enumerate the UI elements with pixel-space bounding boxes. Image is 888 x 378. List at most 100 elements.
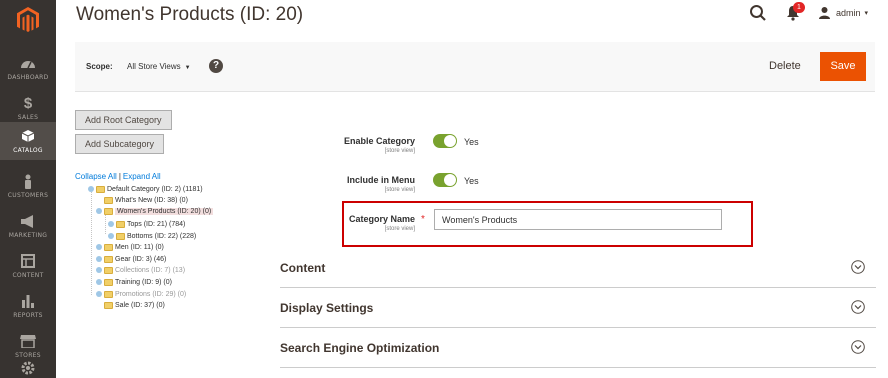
user-icon — [818, 7, 830, 19]
cube-icon — [21, 128, 35, 144]
tree-expander-icon[interactable] — [96, 244, 102, 250]
tree-node-selected[interactable]: Women's Products (ID: 20) (0) — [96, 206, 214, 216]
include-in-menu-toggle[interactable] — [433, 173, 457, 187]
enable-category-value: Yes — [464, 137, 479, 147]
folder-icon — [104, 266, 113, 274]
tree-node[interactable]: Gear (ID: 3) (46) — [96, 254, 166, 264]
folder-icon — [104, 301, 113, 309]
nav-customers[interactable]: Customers — [0, 166, 56, 206]
folder-icon — [104, 243, 113, 251]
header-actions: 1 admin ▾ — [749, 2, 868, 22]
chevron-down-icon[interactable] — [851, 300, 865, 314]
add-root-category-button[interactable]: Add Root Category — [75, 110, 172, 130]
scope-value: All Store Views — [127, 62, 181, 71]
bar-chart-icon — [21, 293, 35, 309]
nav-marketing-label: Marketing — [8, 232, 48, 239]
nav-catalog[interactable]: Catalog — [0, 122, 56, 160]
link-separator: | — [118, 172, 121, 181]
chevron-down-icon[interactable] — [851, 260, 865, 274]
section-title: Display Settings — [280, 301, 374, 315]
tree-expander-icon[interactable] — [96, 291, 102, 297]
expand-all-link[interactable]: Expand All — [123, 172, 161, 181]
tree-expander-icon[interactable] — [96, 267, 102, 273]
chevron-down-icon[interactable] — [851, 340, 865, 354]
folder-icon — [104, 290, 113, 298]
section-content[interactable]: Content — [280, 248, 876, 288]
folder-icon — [104, 196, 113, 204]
tree-node[interactable]: Training (ID: 9) (0) — [96, 277, 172, 287]
enable-category-label: Enable Category — [343, 136, 415, 146]
user-name: admin — [835, 8, 861, 18]
tree-node[interactable]: Sale (ID: 37) (0) — [104, 300, 165, 310]
nav-content[interactable]: Content — [0, 246, 56, 286]
help-icon[interactable]: ? — [209, 59, 223, 73]
nav-customers-label: Customers — [7, 192, 49, 199]
enable-category-toggle[interactable] — [433, 134, 457, 148]
folder-icon — [104, 207, 113, 215]
tree-expander-icon[interactable] — [96, 279, 102, 285]
save-button[interactable]: Save — [820, 52, 866, 81]
section-display-settings[interactable]: Display Settings — [280, 288, 876, 328]
search-icon[interactable] — [749, 4, 767, 22]
tree-node[interactable]: Promotions (ID: 29) (0) — [96, 289, 186, 299]
toggle-knob — [444, 174, 456, 186]
section-title: Search Engine Optimization — [280, 341, 440, 355]
tree-expander-icon[interactable] — [108, 233, 114, 239]
nav-stores-label: Stores — [15, 352, 41, 359]
tree-expander-icon[interactable] — [96, 256, 102, 262]
folder-icon — [116, 220, 125, 228]
collapse-all-link[interactable]: Collapse All — [75, 172, 117, 181]
tree-node[interactable]: Men (ID: 11) (0) — [96, 242, 164, 252]
category-name-label: Category Name — [348, 214, 415, 224]
nav-marketing[interactable]: Marketing — [0, 206, 56, 246]
scope-switcher[interactable]: All Store Views ▼ — [127, 62, 191, 71]
folder-icon — [96, 185, 105, 193]
nav-reports[interactable]: Reports — [0, 286, 56, 326]
nav-dashboard-label: Dashboard — [7, 74, 49, 81]
include-in-menu-value: Yes — [464, 176, 479, 186]
gear-icon — [20, 360, 36, 376]
scope-label: Scope: — [86, 62, 113, 71]
tree-guide-line — [91, 192, 92, 295]
page-actions-toolbar: Scope: All Store Views ▼ ? Delete Save — [75, 42, 875, 92]
folder-icon — [116, 232, 125, 240]
nav-sales-label: Sales — [17, 114, 39, 121]
layout-icon — [21, 253, 35, 269]
category-name-scope: [store view] — [384, 226, 415, 232]
nav-content-label: Content — [12, 272, 44, 279]
magento-logo-icon[interactable] — [0, 0, 56, 40]
section-title: Content — [280, 261, 326, 275]
tree-node[interactable]: Bottoms (ID: 22) (228) — [108, 231, 196, 241]
user-menu[interactable]: admin ▾ — [818, 7, 868, 19]
toggle-knob — [444, 135, 456, 147]
megaphone-icon — [20, 213, 36, 229]
tree-node[interactable]: Default Category (ID: 2) (1181) — [88, 184, 203, 194]
nav-system[interactable] — [0, 360, 56, 378]
tree-expander-icon[interactable] — [108, 221, 114, 227]
notification-count-badge: 1 — [792, 2, 805, 13]
include-in-menu-scope: [store view] — [384, 187, 415, 193]
category-name-input[interactable] — [434, 209, 722, 230]
dollar-icon: $ — [23, 94, 33, 112]
tree-node[interactable]: Collections (ID: 7) (13) — [96, 265, 185, 275]
nav-dashboard[interactable]: Dashboard — [0, 48, 56, 88]
required-asterisk: * — [421, 214, 425, 225]
tree-expander-icon[interactable] — [96, 208, 102, 214]
section-seo[interactable]: Search Engine Optimization — [280, 328, 876, 368]
caret-down-icon: ▾ — [864, 10, 868, 17]
page-title: Women's Products (ID: 20) — [76, 4, 304, 25]
delete-button[interactable]: Delete — [759, 52, 811, 81]
include-in-menu-label: Include in Menu — [346, 175, 415, 185]
tree-expander-icon[interactable] — [88, 186, 94, 192]
caret-down-icon: ▼ — [184, 65, 191, 71]
notifications-button[interactable]: 1 — [785, 2, 805, 21]
folder-icon — [104, 255, 113, 263]
folder-icon — [104, 278, 113, 286]
dashboard-icon — [20, 55, 36, 71]
tree-expand-links: Collapse All | Expand All — [75, 172, 161, 181]
tree-node[interactable]: What's New (ID: 38) (0) — [104, 195, 188, 205]
admin-sidebar: Dashboard $ Sales Catalog Customers Mark… — [0, 0, 56, 378]
add-subcategory-button[interactable]: Add Subcategory — [75, 134, 165, 154]
nav-reports-label: Reports — [13, 312, 43, 319]
tree-node[interactable]: Tops (ID: 21) (784) — [108, 219, 185, 229]
